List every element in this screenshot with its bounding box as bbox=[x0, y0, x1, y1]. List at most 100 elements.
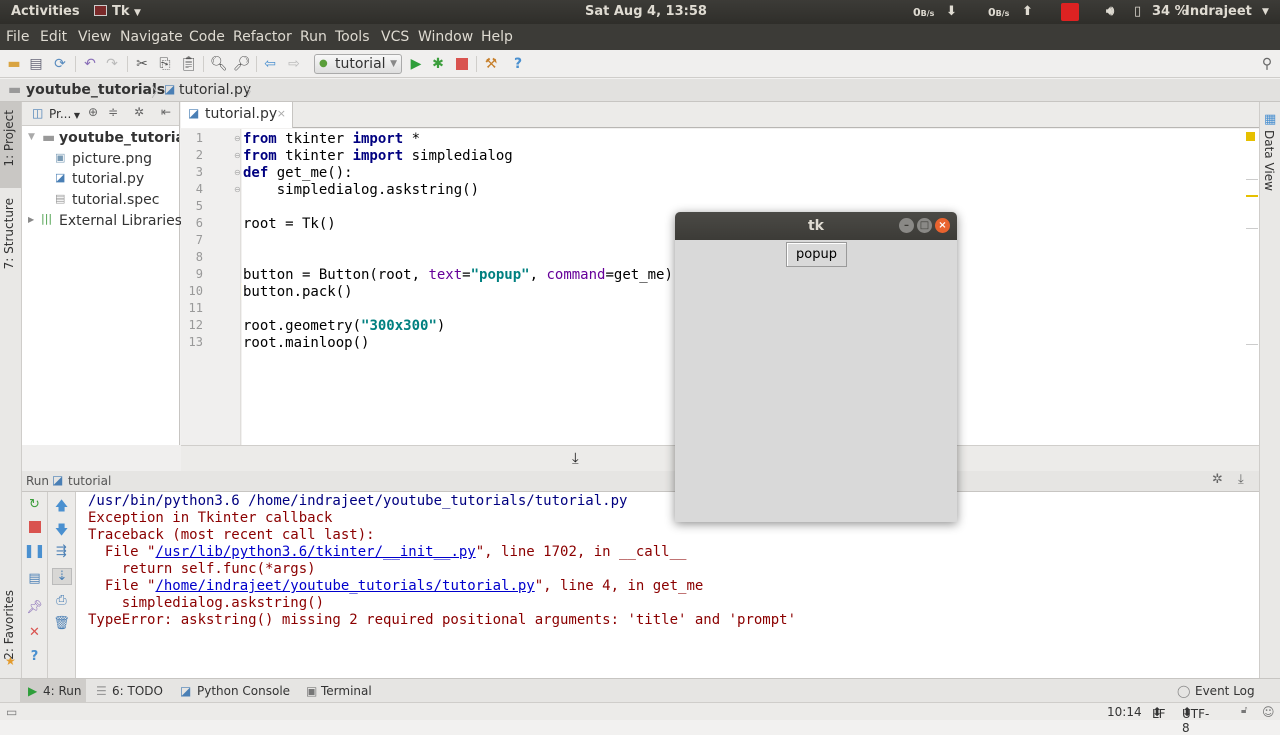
tree-file-tutorial-spec[interactable]: tutorial.spec bbox=[72, 192, 159, 208]
trash-icon[interactable]: 🗑︎ bbox=[48, 616, 75, 631]
tree-file-tutorial-py[interactable]: tutorial.py bbox=[72, 171, 144, 187]
stripe-mark[interactable] bbox=[1246, 344, 1258, 345]
inspector-face-icon[interactable]: ☺ bbox=[1262, 705, 1275, 719]
tk-window-titlebar[interactable]: tk – □ × bbox=[675, 212, 957, 240]
tab-event-log[interactable]: Event Log bbox=[1195, 684, 1255, 698]
fold-marker-icon[interactable]: ⊖ bbox=[234, 185, 241, 194]
record-indicator-icon[interactable] bbox=[1061, 3, 1079, 21]
tree-file-picture[interactable]: picture.png bbox=[72, 151, 152, 167]
menu-tools[interactable]: Tools bbox=[335, 29, 370, 45]
close-window-button[interactable]: × bbox=[935, 218, 950, 233]
popup-button[interactable]: popup bbox=[786, 242, 847, 267]
gear-icon[interactable]: ✲ bbox=[1212, 472, 1223, 487]
expand-arrow-icon[interactable]: ▼ bbox=[28, 132, 35, 142]
project-tool-tab[interactable]: 1: Project bbox=[2, 110, 20, 167]
gear-icon[interactable]: ✲ bbox=[134, 105, 144, 119]
menu-window[interactable]: Window bbox=[418, 29, 473, 45]
favorites-tool-tab[interactable]: 2: Favorites bbox=[2, 590, 20, 660]
print-icon[interactable]: ⎙ bbox=[48, 593, 75, 608]
user-menu[interactable]: Indrajeet bbox=[1185, 4, 1252, 19]
menu-run[interactable]: Run bbox=[300, 29, 327, 45]
pause-icon[interactable]: ❚❚ bbox=[22, 544, 47, 559]
menu-vcs[interactable]: VCS bbox=[381, 29, 409, 45]
structure-tool-tab[interactable]: 7: Structure bbox=[2, 198, 20, 269]
cut-icon[interactable]: ✂ bbox=[134, 56, 150, 72]
menu-code[interactable]: Code bbox=[189, 29, 225, 45]
back-arrow-icon[interactable]: ⇦ bbox=[262, 56, 278, 72]
arrow-down-icon[interactable]: 🡇 bbox=[48, 521, 75, 543]
tab-python-console[interactable]: Python Console bbox=[197, 684, 290, 698]
save-icon[interactable]: ▤ bbox=[28, 56, 44, 72]
maximize-button[interactable]: □ bbox=[917, 218, 932, 233]
menu-edit[interactable]: Edit bbox=[40, 29, 67, 45]
data-view-tool-tab[interactable]: Data View bbox=[1262, 130, 1276, 191]
run-config-select[interactable]: ● tutorial ▼ bbox=[314, 54, 402, 74]
settings-wrench-icon[interactable]: ⚒ bbox=[483, 56, 499, 72]
activities-button[interactable]: Activities bbox=[11, 4, 80, 19]
scroll-to-end-icon[interactable]: ⇣ bbox=[52, 568, 72, 585]
fold-marker-icon[interactable]: ⊖ bbox=[234, 151, 241, 160]
expand-arrow-icon[interactable]: ▶ bbox=[28, 215, 34, 224]
redo-icon[interactable]: ↷ bbox=[104, 56, 120, 72]
copy-icon[interactable]: ⎘ bbox=[157, 56, 173, 72]
rerun-icon[interactable]: ↻ bbox=[22, 497, 47, 512]
hide-panel-icon[interactable]: ⤓ bbox=[1238, 472, 1244, 487]
clock[interactable]: Sat Aug 4, 13:58 bbox=[585, 4, 707, 19]
find-icon[interactable]: 🔍︎ bbox=[210, 56, 228, 72]
tree-external-libraries[interactable]: External Libraries bbox=[59, 213, 182, 229]
file-encoding[interactable]: UTF-8 ⬍ bbox=[1182, 705, 1209, 735]
locate-icon[interactable]: ⊕ bbox=[88, 105, 98, 119]
editor-tab-tutorial-py[interactable]: ◪ tutorial.py × bbox=[181, 102, 293, 128]
run-icon[interactable]: ▶ bbox=[408, 56, 424, 72]
close-icon[interactable]: ✕ bbox=[22, 625, 47, 640]
fold-marker-icon[interactable]: ⊖ bbox=[234, 168, 241, 177]
close-tab-icon[interactable]: × bbox=[277, 107, 286, 120]
stop-icon[interactable] bbox=[454, 56, 470, 72]
run-config-tab[interactable]: tutorial bbox=[68, 474, 111, 488]
debug-bug-icon[interactable]: ✱ bbox=[430, 56, 446, 72]
open-folder-icon[interactable]: ▬ bbox=[6, 56, 22, 72]
hide-icon[interactable]: ⇤ bbox=[161, 105, 171, 119]
minimize-button[interactable]: – bbox=[899, 218, 914, 233]
breadcrumb-project[interactable]: youtube_tutorials bbox=[26, 82, 165, 98]
lock-icon[interactable]: 🔓︎ bbox=[1241, 705, 1247, 716]
menu-view[interactable]: View bbox=[78, 29, 111, 45]
help-icon[interactable]: ? bbox=[22, 649, 47, 664]
menu-refactor[interactable]: Refactor bbox=[233, 29, 292, 45]
file-link[interactable]: /usr/lib/python3.6/tkinter/__init__.py bbox=[155, 544, 475, 560]
stop-icon[interactable] bbox=[22, 521, 47, 537]
breadcrumb-file[interactable]: tutorial.py bbox=[179, 82, 251, 98]
app-menu[interactable]: Tk ▼ bbox=[94, 4, 141, 19]
project-view-select[interactable]: Pr... ▼ bbox=[49, 107, 80, 121]
search-everywhere-icon[interactable]: ⚲ bbox=[1259, 56, 1275, 72]
menu-help[interactable]: Help bbox=[481, 29, 513, 45]
help-icon[interactable]: ? bbox=[510, 56, 526, 72]
pin-icon[interactable]: 📌︎ bbox=[22, 600, 47, 615]
stripe-mark[interactable] bbox=[1246, 179, 1258, 180]
tree-root-folder[interactable]: youtube_tutorials bbox=[59, 130, 179, 146]
sync-icon[interactable]: ⟳ bbox=[52, 56, 68, 72]
stripe-mark[interactable] bbox=[1246, 228, 1258, 229]
battery-icon[interactable]: ▯ bbox=[1134, 4, 1141, 19]
menu-file[interactable]: File bbox=[6, 29, 29, 45]
tab-run[interactable]: 4: Run bbox=[43, 684, 82, 698]
download-arrow-icon[interactable]: ⤓ bbox=[572, 449, 579, 467]
tab-terminal[interactable]: Terminal bbox=[321, 684, 372, 698]
arrow-up-icon[interactable]: 🡅 bbox=[48, 497, 75, 519]
undo-icon[interactable]: ↶ bbox=[82, 56, 98, 72]
tab-todo[interactable]: 6: TODO bbox=[112, 684, 163, 698]
warning-marker-icon[interactable] bbox=[1246, 132, 1255, 141]
file-link[interactable]: /home/indrajeet/youtube_tutorials/tutori… bbox=[155, 578, 534, 594]
forward-arrow-icon[interactable]: ⇨ bbox=[286, 56, 302, 72]
toggle-tool-windows-icon[interactable]: ▭ bbox=[6, 705, 17, 719]
paste-icon[interactable]: 📋︎ bbox=[180, 56, 198, 72]
soft-wrap-icon[interactable]: ⇶ bbox=[48, 544, 75, 559]
fold-marker-icon[interactable]: ⊖ bbox=[234, 134, 241, 143]
menu-navigate[interactable]: Navigate bbox=[120, 29, 183, 45]
caret-position[interactable]: 10:14 bbox=[1107, 705, 1142, 719]
run-console-output[interactable]: /usr/bin/python3.6 /home/indrajeet/youtu… bbox=[76, 492, 1259, 678]
line-separator[interactable]: LF ⬍ bbox=[1152, 705, 1166, 721]
collapse-all-icon[interactable]: ≑ bbox=[108, 105, 118, 119]
stripe-mark[interactable] bbox=[1246, 195, 1258, 197]
layout-icon[interactable]: ▤ bbox=[22, 571, 47, 586]
